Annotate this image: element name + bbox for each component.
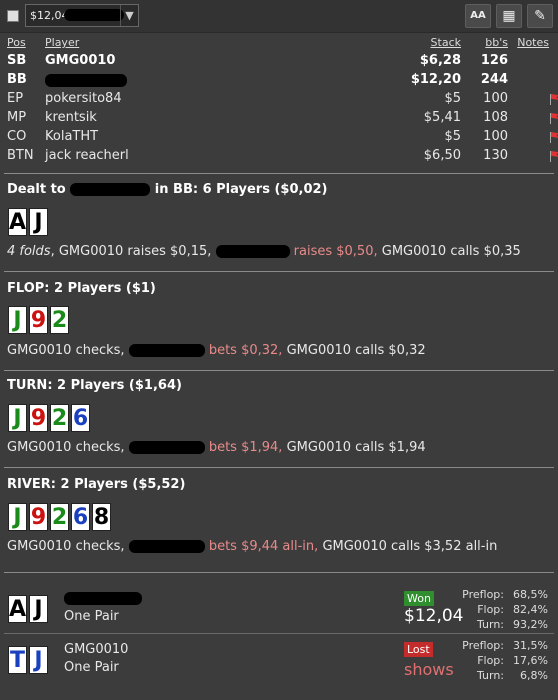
chevron-down-icon[interactable]: ▼: [120, 5, 138, 26]
row-stack: $5: [444, 129, 461, 144]
card: 9: [29, 404, 48, 432]
player-name-redacted: [64, 591, 142, 606]
row-pos: SB: [7, 53, 27, 68]
divider: [4, 370, 554, 371]
lost-badge: Lost: [404, 642, 433, 657]
row-pos: BTN: [7, 148, 34, 163]
card: T: [8, 646, 27, 674]
row-bbs: 108: [483, 110, 508, 125]
card: J: [29, 208, 48, 236]
flag-icon[interactable]: [549, 93, 558, 105]
row-player: GMG0010: [45, 53, 116, 68]
row-player: pokersito84: [45, 91, 122, 106]
row-bbs: 100: [483, 129, 508, 144]
board-cards: J 9 2 6: [8, 404, 90, 432]
row-pos: CO: [7, 129, 27, 144]
preflop-actions: 4 folds, GMG0010 raises $0,15, raises $0…: [7, 244, 521, 259]
card: 8: [92, 503, 111, 531]
font-size-button[interactable]: AA: [465, 4, 491, 28]
row-stack: $12,20: [410, 72, 461, 87]
hand-rank: One Pair: [64, 660, 119, 675]
showdown-cards: T J: [8, 646, 48, 674]
header-stack[interactable]: Stack: [431, 36, 461, 49]
turn-title: TURN: 2 Players ($1,64): [7, 378, 182, 393]
divider: [4, 271, 554, 272]
grid-button[interactable]: ▦: [496, 4, 522, 28]
card: 9: [29, 503, 48, 531]
header-notes[interactable]: Notes: [517, 36, 549, 49]
header-pos[interactable]: Pos: [7, 36, 26, 49]
row-player: krentsik: [45, 110, 97, 125]
header-player[interactable]: Player: [45, 36, 79, 49]
river-title: RIVER: 2 Players ($5,52): [7, 477, 186, 492]
card: A: [8, 595, 27, 623]
row-player: jack reacherl: [45, 148, 129, 163]
card: A: [8, 208, 27, 236]
result-row-loser: T J GMG0010 One Pair Lost shows Preflop:…: [4, 638, 554, 682]
flop-actions: GMG0010 checks, bets $0,32, GMG0010 call…: [7, 343, 426, 358]
header-bbs[interactable]: bb's: [485, 36, 508, 49]
row-stack: $5,41: [423, 110, 461, 125]
flop-title: FLOP: 2 Players ($1): [7, 281, 156, 296]
edit-pencil-button[interactable]: ✎: [527, 4, 553, 28]
flag-icon[interactable]: [549, 150, 558, 162]
row-bbs: 126: [480, 53, 508, 68]
table-row[interactable]: BTN jack reacherl $6,50 130: [0, 146, 558, 166]
shows-label: shows: [404, 660, 454, 679]
player-name: GMG0010: [64, 642, 129, 657]
row-stack: $6,50: [423, 148, 461, 163]
card: 6: [71, 404, 90, 432]
turn-actions: GMG0010 checks, bets $1,94, GMG0010 call…: [7, 440, 426, 455]
won-badge: Won: [404, 591, 434, 606]
hand-rank: One Pair: [64, 609, 119, 624]
row-pos: BB: [7, 72, 27, 87]
divider: [4, 633, 554, 634]
table-row[interactable]: MP krentsik $5,41 108: [0, 108, 558, 128]
table-row[interactable]: BB $12,20 244: [0, 70, 558, 90]
row-pos: MP: [7, 110, 27, 125]
showdown-cards: A J: [8, 595, 48, 623]
row-bbs: 100: [483, 91, 508, 106]
card: 2: [50, 306, 69, 334]
table-row[interactable]: CO KolaTHT $5 100: [0, 127, 558, 147]
won-amount: $12,04: [404, 606, 464, 626]
card: J: [8, 306, 27, 334]
flag-icon[interactable]: [549, 131, 558, 143]
result-row-winner: A J One Pair Won $12,04 Preflop: 68,5% Fl…: [4, 587, 554, 631]
card: 6: [71, 503, 90, 531]
river-actions: GMG0010 checks, bets $9,44 all-in, GMG00…: [7, 539, 498, 554]
row-bbs: 244: [480, 72, 508, 87]
equity-stats: Preflop: 31,5% Flop: 17,6% Turn: 6,8%: [462, 639, 548, 682]
row-bbs: 130: [483, 148, 508, 163]
board-cards: J 9 2: [8, 306, 69, 334]
card: 2: [50, 404, 69, 432]
card: J: [8, 404, 27, 432]
card: J: [29, 646, 48, 674]
table-row[interactable]: EP pokersito84 $5 100: [0, 89, 558, 109]
card: J: [29, 595, 48, 623]
preflop-title: Dealt to in BB: 6 Players ($0,02): [7, 182, 328, 197]
divider: [4, 467, 554, 468]
equity-stats: Preflop: 68,5% Flop: 82,4% Turn: 93,2%: [462, 588, 548, 631]
hole-cards: A J: [8, 208, 48, 236]
toolbar: $12,04 ▼ AA ▦ ✎: [0, 0, 558, 33]
row-pos: EP: [7, 91, 24, 106]
row-player: KolaTHT: [45, 129, 99, 144]
redacted-name: [64, 9, 124, 21]
row-stack: $5: [444, 91, 461, 106]
divider: [4, 173, 554, 174]
hand-selector-value: $12,04: [30, 9, 69, 22]
card: 2: [50, 503, 69, 531]
card: 9: [29, 306, 48, 334]
hand-selector[interactable]: $12,04 ▼: [25, 4, 139, 27]
select-checkbox[interactable]: [7, 10, 19, 22]
divider: [4, 572, 554, 573]
board-cards: J 9 2 6 8: [8, 503, 111, 531]
row-stack: $6,28: [419, 53, 461, 68]
table-row[interactable]: SB GMG0010 $6,28 126: [0, 51, 558, 71]
flag-icon[interactable]: [549, 112, 558, 124]
card: J: [8, 503, 27, 531]
